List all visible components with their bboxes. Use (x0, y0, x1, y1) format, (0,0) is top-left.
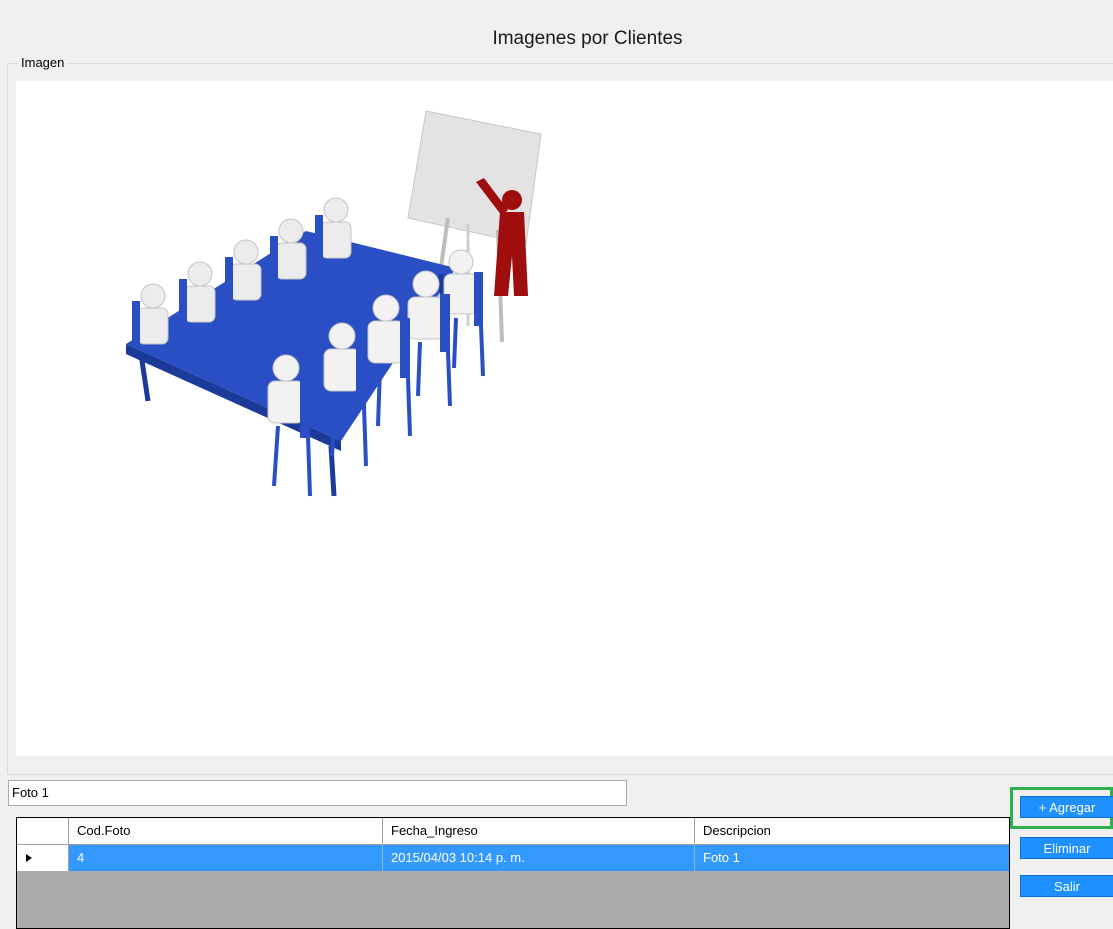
row-selector[interactable] (17, 845, 69, 871)
add-button[interactable]: + Agregar (1020, 796, 1113, 818)
image-group-legend: Imagen (18, 55, 68, 70)
table-row[interactable]: 4 2015/04/03 10:14 p. m. Foto 1 (17, 845, 1009, 871)
row-header-corner (17, 818, 69, 844)
cell-descripcion[interactable]: Foto 1 (695, 845, 1009, 871)
exit-button[interactable]: Salir (1020, 875, 1113, 897)
description-input[interactable] (8, 780, 627, 806)
cell-cod-foto[interactable]: 4 (69, 845, 383, 871)
column-header-fecha-ingreso[interactable]: Fecha_Ingreso (383, 818, 695, 844)
meeting-illustration (126, 110, 542, 497)
photos-grid[interactable]: Cod.Foto Fecha_Ingreso Descripcion 4 201… (16, 817, 1010, 929)
client-image (16, 81, 1113, 756)
column-header-descripcion[interactable]: Descripcion (695, 818, 1009, 844)
cell-fecha-ingreso[interactable]: 2015/04/03 10:14 p. m. (383, 845, 695, 871)
current-row-arrow-icon (26, 854, 32, 862)
column-header-cod-foto[interactable]: Cod.Foto (69, 818, 383, 844)
delete-button[interactable]: Eliminar (1020, 837, 1113, 859)
window-title: Imagenes por Clientes (492, 28, 683, 49)
grid-header: Cod.Foto Fecha_Ingreso Descripcion (17, 818, 1009, 845)
